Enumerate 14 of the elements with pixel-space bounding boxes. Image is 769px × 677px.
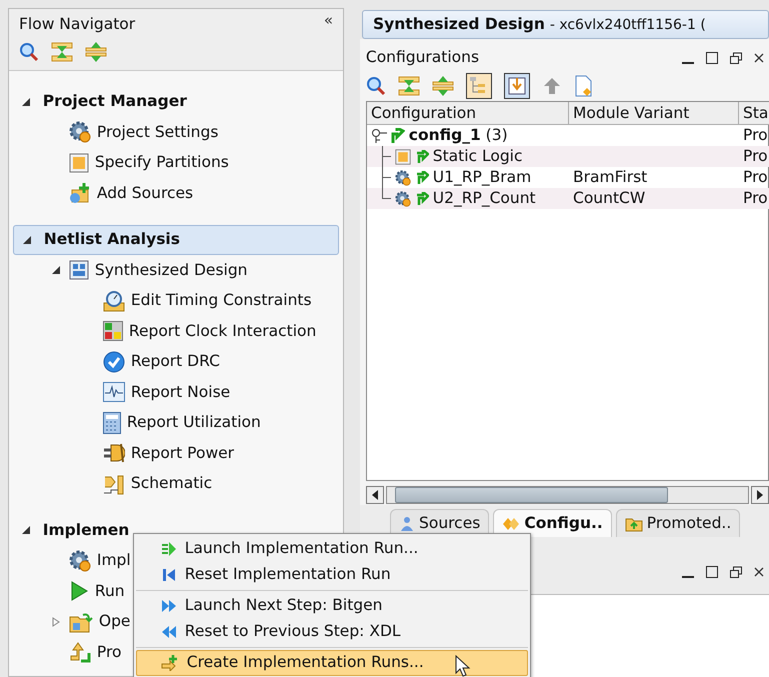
- table-cell: Pro: [743, 125, 768, 146]
- design-name: Synthesized Design: [373, 15, 545, 33]
- table-cell: CountCW: [573, 188, 646, 209]
- panel-title: Configurations: [366, 47, 480, 68]
- table-cell: Pro: [743, 146, 768, 167]
- table-cell: Static Logic: [432, 146, 523, 167]
- table-cell: Pro: [743, 188, 768, 209]
- table-cell: U2_RP_Count: [432, 188, 536, 209]
- device-label: - xc6vlx240tff1156-1 (: [550, 17, 706, 33]
- panel-title: Flow Navigator: [19, 14, 136, 35]
- table-cell: Pro: [743, 167, 768, 188]
- table-cell: U1_RP_Bram: [432, 167, 532, 188]
- table-cell: config_1 (3): [408, 125, 508, 146]
- table-cell: BramFirst: [573, 167, 648, 188]
